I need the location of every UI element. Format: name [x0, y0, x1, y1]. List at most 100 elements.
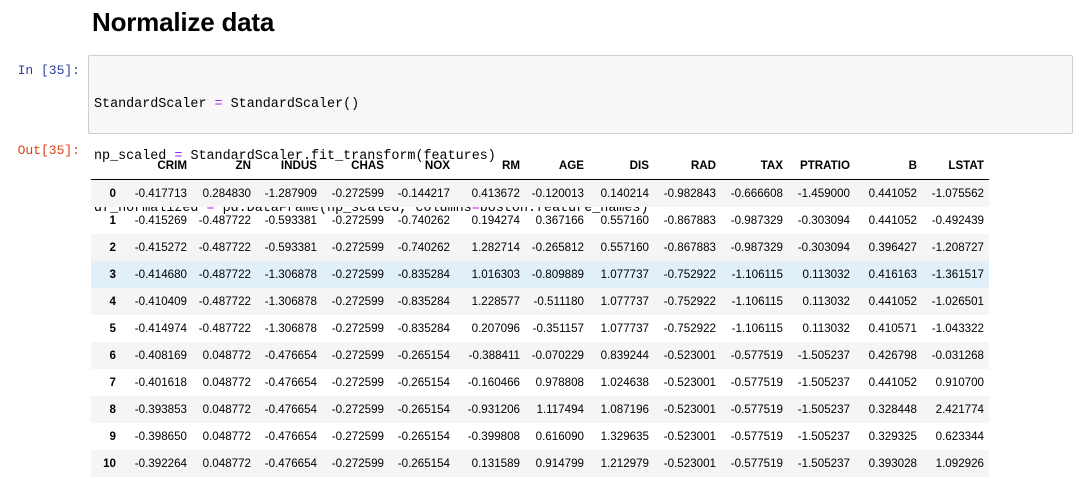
row-index: 10: [103, 456, 116, 470]
table-cell: -0.272599: [331, 375, 384, 389]
table-cell: -0.577519: [730, 375, 783, 389]
output-prompt: Out[35]:: [17, 143, 80, 158]
table-cell: 0.113032: [802, 294, 851, 308]
table-row: 8 -0.393853 0.048772 -0.476654 -0.272599 -0.2…: [91, 395, 989, 423]
table-row: 0 -0.417713 0.284830 -1.287909 -0.272599 -0.1…: [91, 179, 989, 207]
table-cell: 0.113032: [802, 321, 851, 335]
table-cell: 0.131589: [471, 456, 520, 470]
table-cell: -0.487722: [198, 294, 251, 308]
table-cell: 0.557160: [600, 213, 649, 227]
table-cell: -1.208727: [931, 240, 984, 254]
table-cell: -0.867883: [663, 213, 716, 227]
table-cell: -1.505237: [797, 456, 850, 470]
table-row: 6 -0.408169 0.048772 -0.476654 -0.272599 -0.2…: [91, 341, 989, 369]
table-cell: -0.835284: [397, 321, 450, 335]
code-text: StandardScaler(): [222, 97, 360, 113]
table-cell: 0.557160: [600, 240, 649, 254]
dataframe-table: CRIM ZN INDUS CHAS NOX RM AGE DIS RAD TA…: [91, 152, 989, 477]
header-row: CRIM ZN INDUS CHAS NOX RM AGE DIS RAD TA…: [91, 152, 989, 180]
table-cell: -0.392264: [134, 456, 187, 470]
index-header: [91, 152, 121, 180]
table-cell: 0.441052: [868, 213, 917, 227]
table-cell: 0.396427: [868, 240, 917, 254]
table-cell: -1.306878: [264, 294, 317, 308]
column-header-ptratio: PTRATIO: [788, 152, 855, 180]
table-cell: -0.265154: [397, 348, 450, 362]
table-row: 4 -0.410409 -0.487722 -1.306878 -0.272599 -0.…: [91, 287, 989, 315]
column-header-tax: TAX: [721, 152, 788, 180]
table-row: 9 -0.398650 0.048772 -0.476654 -0.272599 -0.2…: [91, 423, 989, 450]
table-cell: -0.476654: [264, 375, 317, 389]
table-cell: -0.120013: [531, 186, 584, 200]
table-cell: -0.511180: [533, 294, 585, 308]
table-cell: -1.106115: [731, 294, 783, 308]
table-cell: -0.835284: [397, 294, 450, 308]
code-cell[interactable]: StandardScaler = StandardScaler() np_sca…: [88, 55, 1073, 267]
table-row: 7 -0.401618 0.048772 -0.476654 -0.272599 -0.2…: [91, 369, 989, 396]
table-cell: -0.752922: [663, 267, 716, 281]
table-cell: -0.931206: [467, 402, 520, 416]
table-cell: -0.476654: [264, 429, 317, 443]
column-header-b: B: [855, 152, 922, 180]
column-header-indus: INDUS: [256, 152, 322, 180]
table-cell: 0.426798: [868, 348, 917, 362]
table-cell: 0.623344: [935, 429, 984, 443]
table-cell: 1.077737: [600, 267, 649, 281]
table-cell: -1.026501: [931, 294, 984, 308]
table-cell: 0.140214: [600, 186, 649, 200]
table-cell: 0.978808: [535, 375, 584, 389]
column-header-lstat: LSTAT: [922, 152, 989, 180]
row-index: 9: [109, 429, 116, 443]
table-cell: -0.398650: [134, 429, 187, 443]
row-index: 2: [109, 240, 116, 254]
table-cell: -0.740262: [397, 240, 450, 254]
table-cell: -0.415269: [134, 213, 187, 227]
table-cell: -0.265154: [397, 429, 450, 443]
table-cell: -0.577519: [730, 348, 783, 362]
markdown-heading: Normalize data: [92, 7, 275, 37]
table-cell: 0.284830: [202, 186, 251, 200]
table-cell: -1.287909: [264, 186, 317, 200]
table-cell: -0.523001: [663, 375, 716, 389]
table-cell: -1.505237: [797, 402, 850, 416]
table-cell: -0.272599: [331, 456, 384, 470]
table-cell: -0.351157: [532, 321, 584, 335]
table-cell: 0.410571: [868, 321, 917, 335]
table-cell: 0.413672: [471, 186, 520, 200]
table-row: 3 -0.414680 -0.487722 -1.306878 -0.272599 -0.…: [91, 260, 989, 288]
table-cell: -0.031268: [931, 348, 984, 362]
table-cell: 0.367166: [535, 213, 584, 227]
table-cell: -0.593381: [264, 213, 317, 227]
table-cell: 0.329325: [868, 429, 917, 443]
table-row: 2 -0.415272 -0.487722 -0.593381 -0.272599 -0.…: [91, 233, 989, 261]
table-cell: 0.441052: [868, 186, 917, 200]
table-row: 10 -0.392264 0.048772 -0.476654 -0.272599 -0.…: [91, 449, 989, 477]
table-cell: -1.306878: [264, 267, 317, 281]
table-cell: -1.505237: [797, 348, 850, 362]
table-cell: 0.328448: [868, 402, 917, 416]
table-cell: -0.835284: [397, 267, 450, 281]
table-cell: 1.077737: [600, 294, 649, 308]
table-cell: 0.914799: [535, 456, 584, 470]
table-cell: 1.282714: [471, 240, 520, 254]
table-cell: -1.459000: [797, 186, 850, 200]
table-cell: 1.016303: [471, 267, 520, 281]
table-cell: -0.523001: [663, 456, 716, 470]
table-cell: -0.577519: [730, 402, 783, 416]
row-index: 6: [109, 348, 116, 362]
table-cell: -0.523001: [663, 429, 716, 443]
table-cell: 0.194274: [471, 213, 520, 227]
table-cell: -1.505237: [797, 375, 850, 389]
table-cell: 1.077737: [600, 321, 649, 335]
table-cell: -0.160466: [467, 375, 520, 389]
table-cell: -0.809889: [531, 267, 584, 281]
table-cell: -0.752922: [663, 321, 716, 335]
table-cell: -0.388411: [468, 348, 520, 362]
table-row: 1 -0.415269 -0.487722 -0.593381 -0.272599 -0.…: [91, 207, 989, 234]
table-cell: 1.087196: [600, 402, 649, 416]
row-index: 0: [109, 186, 116, 200]
table-cell: 0.113032: [802, 267, 851, 281]
table-cell: -0.415272: [134, 240, 187, 254]
table-cell: -0.272599: [331, 348, 384, 362]
table-cell: -0.487722: [198, 321, 251, 335]
